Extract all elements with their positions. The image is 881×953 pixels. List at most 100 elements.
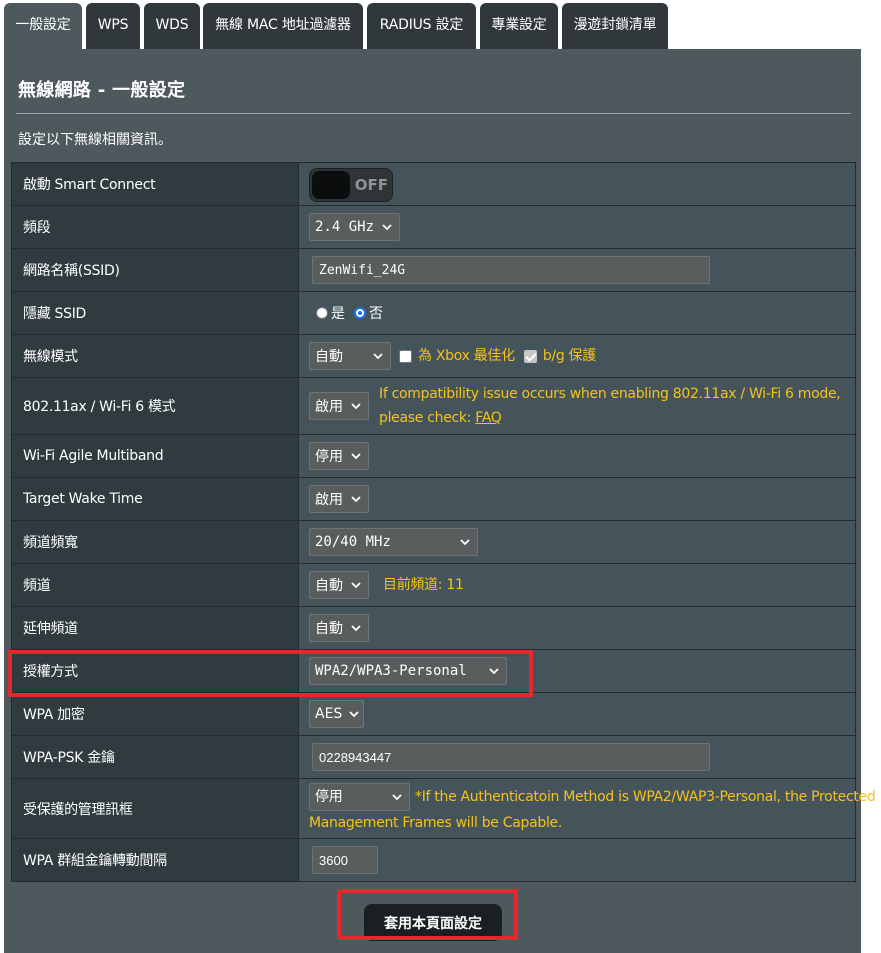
row-value: 2.4 GHz — [298, 205, 856, 249]
row-psk: WPA-PSK 金鑰 — [11, 735, 856, 779]
row-value: 自動 目前頻道: 11 — [298, 563, 856, 607]
row-value: WPA2/WPA3-Personal — [298, 649, 856, 693]
chevron-down-icon — [382, 224, 392, 231]
tab-radius[interactable]: RADIUS 設定 — [367, 3, 476, 49]
channel-value: 自動 — [315, 578, 343, 594]
row-value: 是 否 — [298, 291, 856, 335]
channel-select[interactable]: 自動 — [309, 571, 369, 599]
row-twt: Target Wake Time 啟用 — [11, 477, 856, 521]
current-channel-text: 目前頻道: 11 — [383, 577, 464, 593]
row-label: WPA 加密 — [11, 692, 299, 736]
xbox-optimize-checkbox[interactable] — [399, 349, 412, 363]
row-label: 延伸頻道 — [11, 606, 299, 650]
ax-mode-select[interactable]: 啟用 — [309, 392, 369, 420]
row-label: WPA 群組金鑰轉動間隔 — [11, 838, 299, 882]
row-auth-method: 授權方式 WPA2/WPA3-Personal — [11, 649, 856, 693]
row-band: 頻段 2.4 GHz — [11, 205, 856, 249]
chevron-down-icon — [351, 496, 361, 503]
apply-button[interactable]: 套用本頁面設定 — [364, 904, 502, 941]
hide-ssid-no-label: 否 — [369, 306, 383, 322]
row-value: AES — [298, 692, 856, 736]
ax-hint-line1: If compatibility issue occurs when enabl… — [379, 386, 841, 402]
band-select[interactable]: 2.4 GHz — [309, 213, 400, 241]
page-title: 無線網路 - 一般設定 — [18, 80, 186, 101]
twt-select[interactable]: 啟用 — [309, 485, 369, 513]
pmf-select[interactable]: 停用 — [309, 782, 410, 811]
ext-channel-value: 自動 — [315, 621, 343, 637]
row-label: 頻道頻寬 — [11, 520, 299, 564]
agile-multiband-select[interactable]: 停用 — [309, 442, 369, 470]
row-value: 停用 — [298, 434, 856, 478]
row-rekey-interval: WPA 群組金鑰轉動間隔 — [11, 838, 856, 882]
tab-wds[interactable]: WDS — [144, 3, 200, 49]
row-label: 網路名稱(SSID) — [11, 248, 299, 292]
wireless-mode-select[interactable]: 自動 — [309, 342, 391, 370]
settings-table: 啟動 Smart Connect OFF 頻段 2.4 GHz 網路名稱(SSI… — [11, 162, 876, 882]
row-label: 授權方式 — [11, 649, 299, 693]
smart-connect-toggle[interactable]: OFF — [309, 167, 393, 202]
row-value — [298, 248, 856, 292]
row-label: 受保護的管理訊框 — [11, 778, 299, 839]
bg-protection-checkbox[interactable] — [523, 349, 537, 363]
row-label: 802.11ax / Wi-Fi 6 模式 — [11, 377, 299, 435]
xbox-optimize-label: 為 Xbox 最佳化 — [418, 348, 515, 364]
row-ssid: 網路名稱(SSID) — [11, 248, 856, 292]
title-divider — [16, 113, 851, 114]
row-label: 頻道 — [11, 563, 299, 607]
row-label: Wi-Fi Agile Multiband — [11, 434, 299, 478]
row-agile-multiband: Wi-Fi Agile Multiband 停用 — [11, 434, 856, 478]
row-ext-channel: 延伸頻道 自動 — [11, 606, 856, 650]
bg-protection-label: b/g 保護 — [542, 348, 596, 364]
rekey-interval-input[interactable] — [312, 846, 378, 874]
pmf-hint-line1: *If the Authenticatoin Method is WPA2/WA… — [415, 788, 876, 805]
row-value: 啟用 — [298, 477, 856, 521]
chevron-down-icon — [349, 711, 359, 718]
encryption-select[interactable]: AES — [309, 700, 364, 728]
chevron-down-icon — [373, 353, 383, 360]
tab-general[interactable]: 一般設定 — [4, 3, 82, 49]
ax-hint-line2: please check: FAQ — [379, 406, 840, 430]
agile-multiband-value: 停用 — [315, 449, 343, 465]
row-pmf: 受保護的管理訊框 停用 *If the Authenticatoin Metho… — [11, 778, 876, 839]
tab-mac-filter[interactable]: 無線 MAC 地址過濾器 — [203, 3, 363, 49]
chevron-down-icon — [392, 793, 402, 800]
auth-method-select[interactable]: WPA2/WPA3-Personal — [309, 657, 507, 685]
ssid-input[interactable] — [312, 256, 710, 284]
settings-panel: 無線網路 - 一般設定 設定以下無線相關資訊。 啟動 Smart Connect… — [4, 49, 876, 953]
chevron-down-icon — [489, 668, 499, 675]
tab-wps[interactable]: WPS — [86, 3, 140, 49]
tab-roaming-block[interactable]: 漫遊封鎖清單 — [562, 3, 668, 49]
row-ax-mode: 802.11ax / Wi-Fi 6 模式 啟用 If compatibilit… — [11, 377, 856, 435]
row-channel: 頻道 自動 目前頻道: 11 — [11, 563, 856, 607]
pmf-hint-line2: Management Frames will be Capable. — [309, 814, 563, 831]
ax-mode-value: 啟用 — [315, 399, 343, 415]
tab-professional[interactable]: 專業設定 — [480, 3, 558, 49]
pmf-block: 停用 *If the Authenticatoin Method is WPA2… — [309, 782, 876, 835]
toggle-knob — [312, 170, 350, 199]
row-hide-ssid: 隱藏 SSID 是 否 — [11, 291, 856, 335]
row-value: 自動 為 Xbox 最佳化 b/g 保護 — [298, 334, 856, 378]
bandwidth-value: 20/40 MHz — [315, 534, 391, 550]
psk-input[interactable] — [312, 743, 710, 771]
row-value — [298, 838, 856, 882]
hide-ssid-no-radio[interactable] — [354, 307, 366, 319]
pmf-value: 停用 — [315, 788, 343, 805]
row-encryption: WPA 加密 AES — [11, 692, 856, 736]
row-label: WPA-PSK 金鑰 — [11, 735, 299, 779]
chevron-down-icon — [460, 539, 470, 546]
bandwidth-select[interactable]: 20/40 MHz — [309, 528, 478, 556]
row-value: 20/40 MHz — [298, 520, 856, 564]
hide-ssid-yes-radio[interactable] — [316, 307, 328, 319]
row-value: OFF — [298, 162, 856, 206]
ext-channel-select[interactable]: 自動 — [309, 614, 369, 642]
row-value — [298, 735, 856, 779]
row-bandwidth: 頻道頻寬 20/40 MHz — [11, 520, 856, 564]
row-smart-connect: 啟動 Smart Connect OFF — [11, 162, 856, 206]
page-description: 設定以下無線相關資訊。 — [18, 132, 172, 148]
row-label: 無線模式 — [11, 334, 299, 378]
twt-value: 啟用 — [315, 492, 343, 508]
encryption-value: AES — [315, 706, 343, 722]
faq-link[interactable]: FAQ — [475, 410, 502, 426]
chevron-down-icon — [351, 625, 361, 632]
row-label: 啟動 Smart Connect — [11, 162, 299, 206]
